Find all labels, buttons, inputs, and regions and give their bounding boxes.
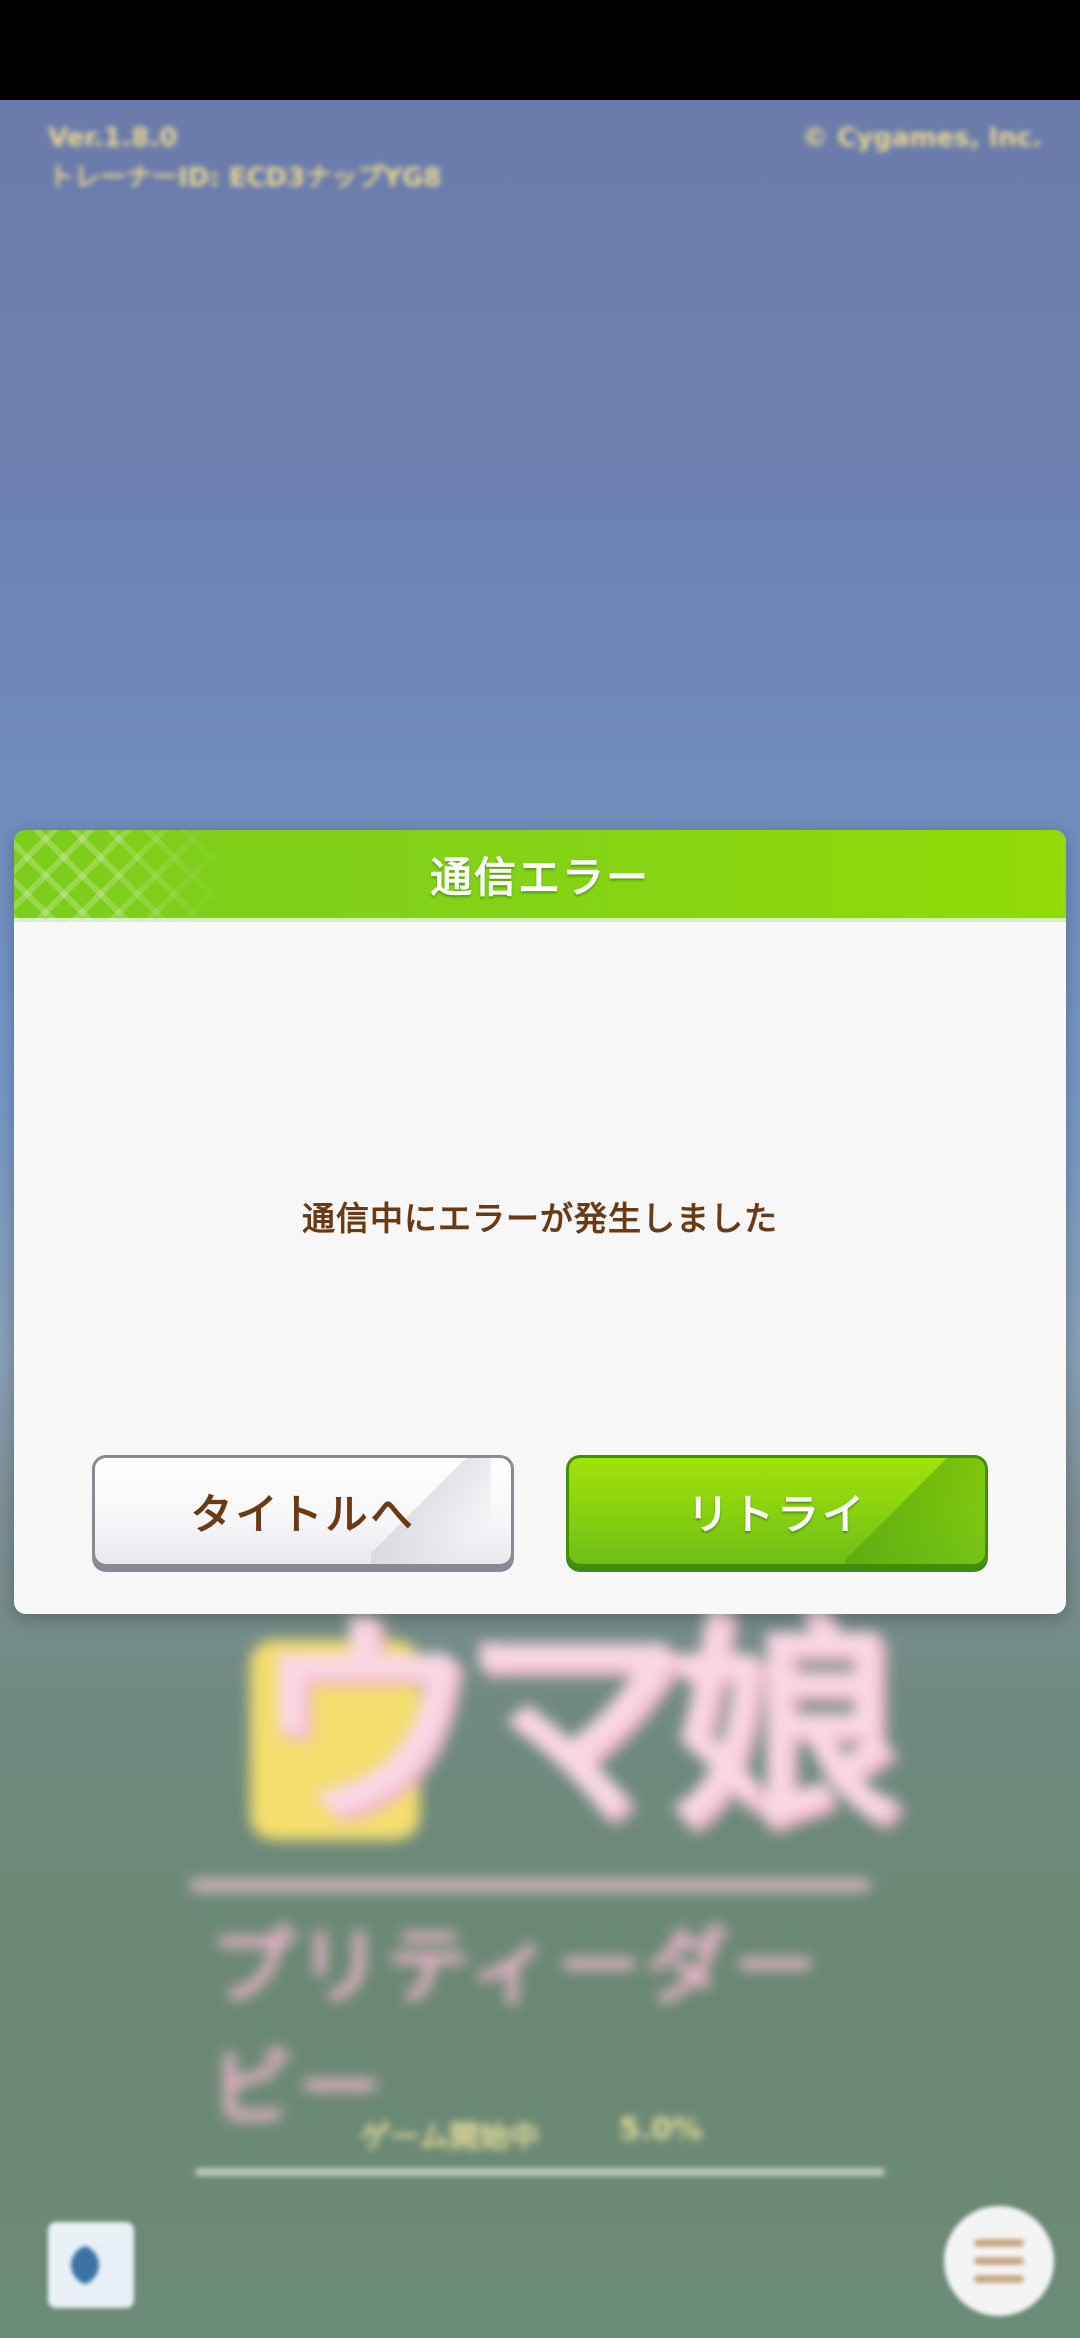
copyright-text: © Cygames, Inc. — [802, 123, 1042, 153]
back-to-title-label: タイトルへ — [190, 1489, 416, 1539]
error-dialog: 通信エラー 通信中にエラーが発生しました タイトルへ リトライ — [14, 830, 1066, 1614]
game-logo: ウマ娘 プリティーダービー — [190, 1590, 900, 2137]
logo-sub-text: プリティーダービー — [210, 1918, 821, 2137]
version-text: Ver.1.8.0 — [48, 123, 178, 153]
hamburger-icon-bar — [974, 2239, 1024, 2247]
dialog-message: 通信中にエラーが発生しました — [302, 1199, 778, 1238]
version-info: Ver.1.8.0 トレーナーID: ECD3ナップYG8 — [48, 118, 441, 198]
retry-button[interactable]: リトライ — [566, 1455, 988, 1567]
loading-info: ゲーム開始中 5.0% — [360, 2112, 702, 2156]
game-screen: Ver.1.8.0 トレーナーID: ECD3ナップYG8 © Cygames,… — [0, 0, 1080, 2338]
logo-divider — [190, 1880, 870, 1890]
loading-percent-text: 5.0% — [619, 2112, 703, 2147]
back-to-title-button[interactable]: タイトルへ — [92, 1455, 514, 1567]
dialog-header: 通信エラー — [14, 830, 1066, 922]
status-bar — [0, 0, 1080, 100]
hamburger-icon-bar — [974, 2275, 1024, 2283]
header-pattern — [14, 830, 224, 922]
logo-main-text: ウマ娘 — [250, 1591, 900, 1858]
loading-status-text: ゲーム開始中 — [360, 2120, 540, 2155]
menu-button[interactable] — [944, 2206, 1054, 2316]
moon-icon — [71, 2245, 111, 2285]
trainer-id-text: トレーナーID: ECD3ナップYG8 — [48, 163, 442, 193]
corner-badge[interactable] — [48, 2222, 134, 2308]
hamburger-icon-bar — [974, 2257, 1024, 2265]
retry-label: リトライ — [686, 1489, 867, 1539]
loading-progress-bar — [195, 2168, 885, 2176]
dialog-title: 通信エラー — [429, 852, 650, 902]
